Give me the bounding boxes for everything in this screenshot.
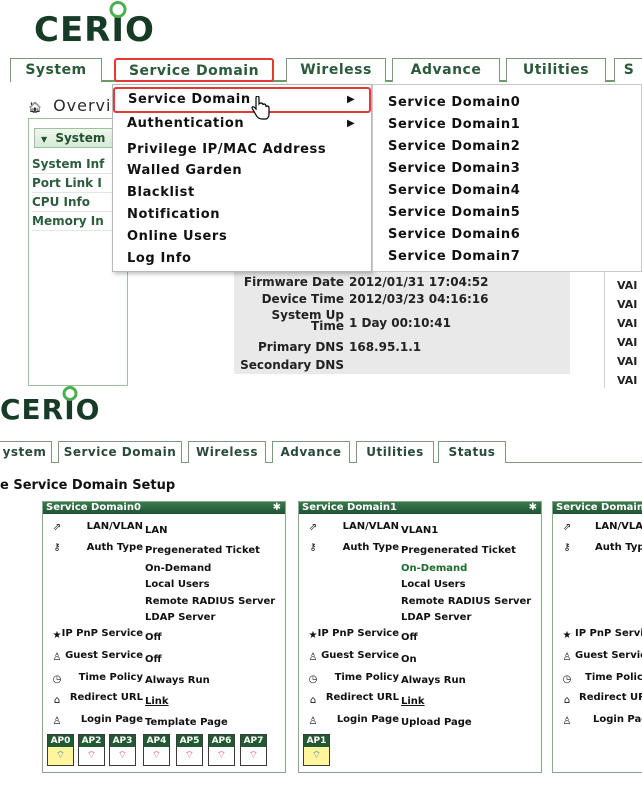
menu-item-service-domain[interactable]: Service Domain <box>113 87 371 113</box>
submenu-item-service-domain6[interactable]: Service Domain6 <box>388 227 520 242</box>
ap-badge[interactable]: AP0 ⌔ <box>47 734 74 766</box>
wifi-icon: ⌔ <box>216 750 227 761</box>
setup-title: e Service Domain Setup <box>0 478 176 493</box>
page-title: 🏠︎ Overvi <box>28 96 112 115</box>
link-icon: ⇗ <box>562 522 572 533</box>
clock-icon: ◷ <box>562 674 572 685</box>
tab-status[interactable]: S <box>614 58 642 82</box>
card-title: Service Domain0 <box>46 502 141 513</box>
service-domain0-card: Service Domain0 ✱ ⇗ LAN/VLAN LAN ⚷ Auth … <box>42 501 286 773</box>
service-domain-dropdown-menu: Service Domain ▶ Authentication ▶ Privil… <box>112 84 372 272</box>
submenu-item-service-domain5[interactable]: Service Domain5 <box>388 205 520 220</box>
service-domain2-card: Service Domain ⇗ LAN/VLAI ⚷ Auth Type ★ … <box>552 501 642 773</box>
submenu-item-service-domain3[interactable]: Service Domain3 <box>388 161 520 176</box>
second-tab-bar: ystem Service Domain Wireless Advance Ut… <box>0 441 642 463</box>
star-icon: ★ <box>562 630 572 641</box>
submenu-item-service-domain7[interactable]: Service Domain7 <box>388 249 520 264</box>
key-icon: ⚷ <box>53 542 61 553</box>
link-memory-info[interactable]: Memory In <box>32 212 112 231</box>
menu-item-walled-garden[interactable]: Walled Garden <box>127 163 242 178</box>
redirect-link[interactable]: Link <box>145 696 169 707</box>
system-info-panel: Firmware Date 2012/01/31 17:04:52 Device… <box>234 270 570 374</box>
ap-badge[interactable]: AP2 ⌔ <box>78 734 105 766</box>
cerio-logo: CERIO <box>0 393 101 426</box>
tab-status[interactable]: Status <box>438 441 506 463</box>
menu-item-blacklist[interactable]: Blacklist <box>127 185 195 200</box>
tab-utilities[interactable]: Utilities <box>506 58 606 82</box>
tab-system[interactable]: ystem <box>0 441 52 463</box>
right-info-panel: VAI VAI VAI VAI VAI VAI <box>604 270 642 388</box>
wifi-icon: ⌔ <box>117 750 128 761</box>
menu-item-log-info[interactable]: Log Info <box>127 251 192 266</box>
wifi-icon: ⌔ <box>151 750 162 761</box>
menu-item-notification[interactable]: Notification <box>127 207 220 222</box>
submenu-arrow-icon: ▶ <box>347 118 355 129</box>
ap-badge[interactable]: AP7 ⌔ <box>240 734 267 766</box>
home-icon: 🏠︎ <box>28 101 43 114</box>
link-system-info[interactable]: System Inf <box>32 155 112 174</box>
ap-badge[interactable]: AP4 ⌔ <box>143 734 170 766</box>
ap-badge[interactable]: AP5 ⌔ <box>176 734 203 766</box>
service-domain-submenu: Service Domain0 Service Domain1 Service … <box>372 84 642 272</box>
submenu-item-service-domain1[interactable]: Service Domain1 <box>388 117 520 132</box>
tab-wireless[interactable]: Wireless <box>286 58 386 82</box>
link-icon: ⇗ <box>308 522 318 533</box>
tab-system[interactable]: System <box>10 58 102 82</box>
link-cpu-info[interactable]: CPU Info <box>32 193 112 212</box>
ap-badge[interactable]: AP1 ⌔ <box>303 734 330 766</box>
menu-item-online-users[interactable]: Online Users <box>127 229 227 244</box>
wifi-icon: ⌔ <box>55 750 66 761</box>
wifi-icon: ⌔ <box>184 750 195 761</box>
submenu-item-service-domain2[interactable]: Service Domain2 <box>388 139 520 154</box>
submenu-arrow-icon: ▶ <box>347 94 355 105</box>
submenu-item-service-domain4[interactable]: Service Domain4 <box>388 183 520 198</box>
gear-icon[interactable]: ✱ <box>529 502 537 514</box>
left-link-list: System Inf Port Link I CPU Info Memory I… <box>32 155 112 231</box>
key-icon: ⚷ <box>563 542 571 553</box>
card-title: Service Domain1 <box>302 502 397 513</box>
caret-down-icon: ▼ <box>41 135 48 144</box>
cerio-logo: CERIO <box>34 10 155 50</box>
menu-item-privilege-ip-mac[interactable]: Privilege IP/MAC Address <box>127 142 326 157</box>
tab-service-domain[interactable]: Service Domain <box>58 441 182 463</box>
home-icon: ⌂ <box>563 695 571 706</box>
submenu-item-service-domain0[interactable]: Service Domain0 <box>388 95 520 110</box>
link-port-link-info[interactable]: Port Link I <box>32 174 112 193</box>
tab-advance[interactable]: Advance <box>392 58 500 82</box>
wifi-icon: ⌔ <box>86 750 97 761</box>
hand-cursor-icon <box>250 95 272 126</box>
ap-badge[interactable]: AP3 ⌔ <box>109 734 136 766</box>
tab-wireless[interactable]: Wireless <box>188 441 266 463</box>
service-domain1-card: Service Domain1 ✱ ⇗ LAN/VLAN VLAN1 ⚷ Aut… <box>298 501 542 773</box>
tab-advance[interactable]: Advance <box>272 441 350 463</box>
top-tab-bar: System Service Domain Wireless Advance U… <box>10 58 642 82</box>
tab-utilities[interactable]: Utilities <box>356 441 434 463</box>
gear-icon[interactable]: ✱ <box>273 502 281 514</box>
card-title: Service Domain <box>556 502 642 513</box>
key-icon: ⚷ <box>309 542 317 553</box>
wifi-icon: ⌔ <box>311 750 322 761</box>
user-icon: ♙ <box>562 652 572 663</box>
tab-service-domain[interactable]: Service Domain <box>114 58 274 82</box>
menu-item-authentication[interactable]: Authentication <box>127 116 244 131</box>
ap-badge[interactable]: AP6 ⌔ <box>208 734 235 766</box>
user-icon: ♙ <box>562 716 572 727</box>
link-icon: ⇗ <box>52 522 62 533</box>
wifi-icon: ⌔ <box>248 750 259 761</box>
redirect-link[interactable]: Link <box>401 696 425 707</box>
